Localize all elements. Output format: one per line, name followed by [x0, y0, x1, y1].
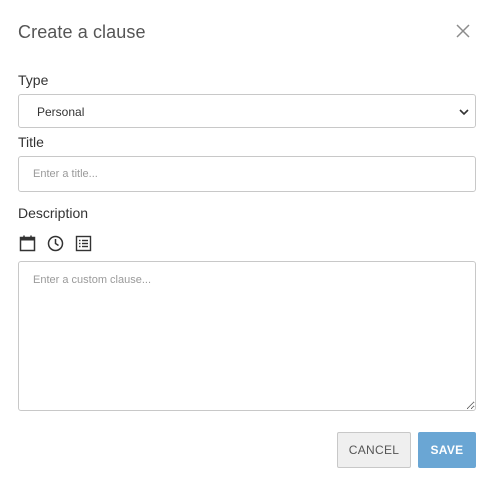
insert-list-button[interactable]	[74, 234, 92, 252]
description-toolbar	[18, 233, 92, 253]
save-button[interactable]: SAVE	[418, 432, 476, 468]
close-icon	[456, 24, 470, 38]
chevron-down-icon	[459, 109, 469, 116]
list-icon	[75, 235, 91, 251]
type-label: Type	[18, 72, 49, 88]
description-textarea[interactable]	[18, 261, 476, 411]
dialog-title: Create a clause	[18, 22, 146, 42]
description-label: Description	[18, 205, 89, 221]
create-clause-dialog: Create a clause Type Personal Title Desc…	[0, 0, 494, 487]
insert-time-button[interactable]	[46, 234, 64, 252]
clock-icon	[47, 235, 63, 251]
title-label: Title	[18, 134, 44, 150]
title-input[interactable]	[18, 156, 476, 192]
type-select[interactable]: Personal	[18, 94, 476, 128]
cancel-button[interactable]: CANCEL	[337, 432, 411, 468]
calendar-icon	[19, 235, 35, 251]
close-button[interactable]	[452, 20, 474, 42]
type-select-value: Personal	[37, 105, 85, 119]
insert-date-button[interactable]	[18, 234, 36, 252]
